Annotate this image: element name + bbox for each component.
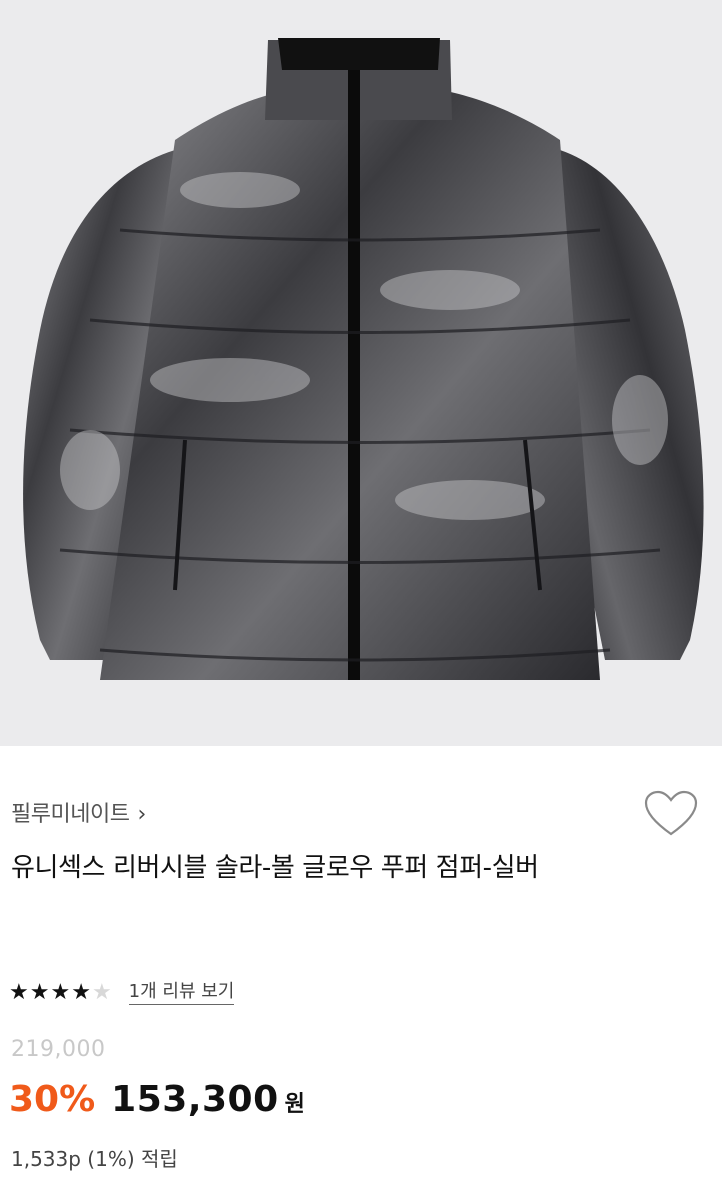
rating-row: ★ ★ ★ ★ ★ 1개 리뷰 보기 [9, 978, 235, 1008]
product-title: 유니섹스 리버시블 솔라-볼 글로우 푸퍼 점퍼-실버 [11, 853, 539, 883]
discount-rate: 30% [9, 1079, 96, 1120]
heart-outline-icon[interactable] [644, 790, 698, 838]
jacket-illustration [23, 38, 704, 680]
star-icon: ★ [9, 980, 29, 1005]
original-price: 219,000 [11, 1037, 106, 1062]
sale-price: 153,300 [111, 1079, 279, 1120]
star-rating: ★ ★ ★ ★ ★ [9, 982, 113, 1004]
product-info: 필루미네이트 › 유니섹스 리버시블 솔라-볼 글로우 푸퍼 점퍼-실버 ★ ★ … [0, 746, 722, 1200]
review-link[interactable]: 1개 리뷰 보기 [128, 981, 235, 1005]
star-icon: ★ [71, 980, 91, 1005]
product-image[interactable] [0, 0, 722, 746]
price-row: 30% 153,300 원 [9, 1079, 305, 1120]
chevron-right-icon: › [137, 802, 146, 827]
star-icon: ★ [29, 980, 50, 1005]
reward-points: 1,533p (1%) 적립 [11, 1147, 178, 1171]
brand-link[interactable]: 필루미네이트 › [11, 796, 146, 828]
star-icon: ★ [91, 980, 112, 1005]
star-icon: ★ [50, 980, 71, 1005]
currency-label: 원 [284, 1092, 305, 1117]
brand-name[interactable]: 필루미네이트 [11, 802, 130, 827]
